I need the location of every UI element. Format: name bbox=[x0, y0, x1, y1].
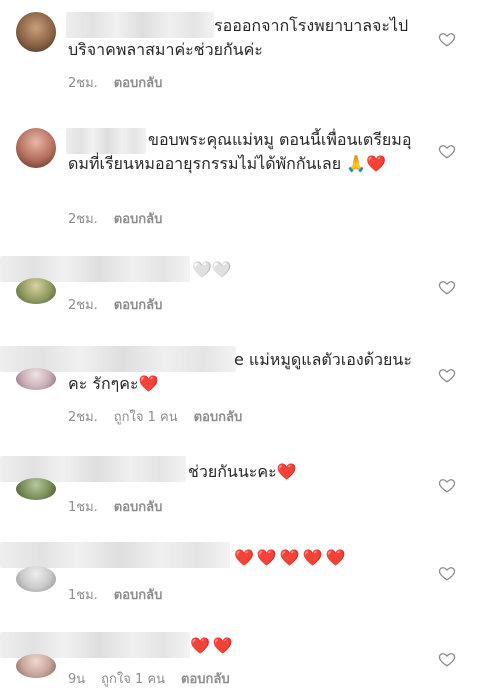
heart-outline-icon bbox=[438, 281, 456, 295]
avatar[interactable] bbox=[16, 478, 56, 500]
like-count[interactable]: ถูกใจ 1 คน bbox=[114, 406, 178, 427]
comment-meta: 1ชม. ตอบกลับ bbox=[68, 496, 178, 517]
heart-outline-icon bbox=[438, 369, 456, 383]
red-heart-emoji: ❤️❤️❤️❤️❤️ bbox=[234, 548, 349, 567]
comment-meta: 2ชม. ตอบกลับ bbox=[68, 72, 178, 93]
reply-button[interactable]: ตอบกลับ bbox=[194, 406, 243, 427]
comment-body: รอออกจากโรงพยาบาลจะไปบริจาคพลาสมาค่ะช่วย… bbox=[68, 16, 409, 59]
heart-outline-icon bbox=[438, 653, 456, 667]
reply-button[interactable]: ตอบกลับ bbox=[181, 668, 230, 689]
comment-text: e แม่หมูดูแลตัวเองด้วยนะคะ รักๆคะ❤️ bbox=[68, 348, 418, 396]
like-button[interactable] bbox=[438, 564, 456, 582]
red-heart-emoji: ❤️ bbox=[138, 374, 159, 393]
like-count[interactable]: ถูกใจ 1 คน bbox=[101, 668, 165, 689]
like-button[interactable] bbox=[438, 142, 456, 160]
reply-button[interactable]: ตอบกลับ bbox=[114, 584, 163, 605]
red-heart-emoji: ❤️❤️ bbox=[190, 636, 236, 655]
like-button[interactable] bbox=[438, 30, 456, 48]
comment-meta: 2ชม. ตอบกลับ bbox=[68, 294, 178, 315]
comment-text: ❤️❤️ bbox=[190, 634, 390, 658]
comment-timestamp: 2ชม. bbox=[68, 76, 98, 91]
comment-text: ช่วยกันนะคะ❤️ bbox=[188, 460, 388, 484]
reply-button[interactable]: ตอบกลับ bbox=[114, 208, 163, 229]
white-heart-emoji: 🤍🤍 bbox=[192, 260, 232, 279]
avatar[interactable] bbox=[16, 128, 56, 168]
red-heart-emoji: ❤️ bbox=[276, 462, 297, 481]
heart-outline-icon bbox=[438, 33, 456, 47]
avatar[interactable] bbox=[16, 368, 56, 390]
comment-meta: 1ชม. ตอบกลับ bbox=[68, 584, 178, 605]
avatar[interactable] bbox=[16, 278, 56, 304]
reply-button[interactable]: ตอบกลับ bbox=[114, 496, 163, 517]
comment-text: รอออกจากโรงพยาบาลจะไปบริจาคพลาสมาค่ะช่วย… bbox=[68, 14, 418, 62]
blurred-username[interactable] bbox=[0, 542, 230, 568]
comment-body: ช่วยกันนะคะ bbox=[188, 462, 277, 481]
comment-meta: 2ชม. ตอบกลับ bbox=[68, 208, 178, 229]
comment-timestamp: 1ชม. bbox=[68, 588, 98, 603]
comment-timestamp: 2ชม. bbox=[68, 410, 98, 425]
comment-timestamp: 2ชม. bbox=[68, 298, 98, 313]
comment-timestamp: 2ชม. bbox=[68, 212, 98, 227]
comment-timestamp: 1ชม. bbox=[68, 500, 98, 515]
avatar[interactable] bbox=[16, 654, 56, 678]
comment-meta: 2ชม. ถูกใจ 1 คน ตอบกลับ bbox=[68, 406, 258, 427]
comment-text: ❤️❤️❤️❤️❤️ bbox=[234, 546, 434, 570]
comment-timestamp: 9น bbox=[68, 672, 86, 687]
like-button[interactable] bbox=[438, 278, 456, 296]
comment-meta: 9น ถูกใจ 1 คน ตอบกลับ bbox=[68, 668, 246, 689]
heart-outline-icon bbox=[438, 145, 456, 159]
comment-body: e แม่หมูดูแลตัวเองด้วยนะคะ รักๆคะ bbox=[68, 350, 412, 393]
heart-outline-icon bbox=[438, 479, 456, 493]
like-button[interactable] bbox=[438, 650, 456, 668]
reply-button[interactable]: ตอบกลับ bbox=[114, 72, 163, 93]
pray-heart-emoji: 🙏❤️ bbox=[346, 154, 387, 173]
avatar[interactable] bbox=[16, 12, 56, 52]
like-button[interactable] bbox=[438, 476, 456, 494]
heart-outline-icon bbox=[438, 567, 456, 581]
like-button[interactable] bbox=[438, 366, 456, 384]
reply-button[interactable]: ตอบกลับ bbox=[114, 294, 163, 315]
comment-text: ขอบพระคุณแม่หมู ตอนนี้เพื่อนเตรียมอุดมที… bbox=[68, 128, 418, 176]
avatar[interactable] bbox=[16, 566, 56, 592]
